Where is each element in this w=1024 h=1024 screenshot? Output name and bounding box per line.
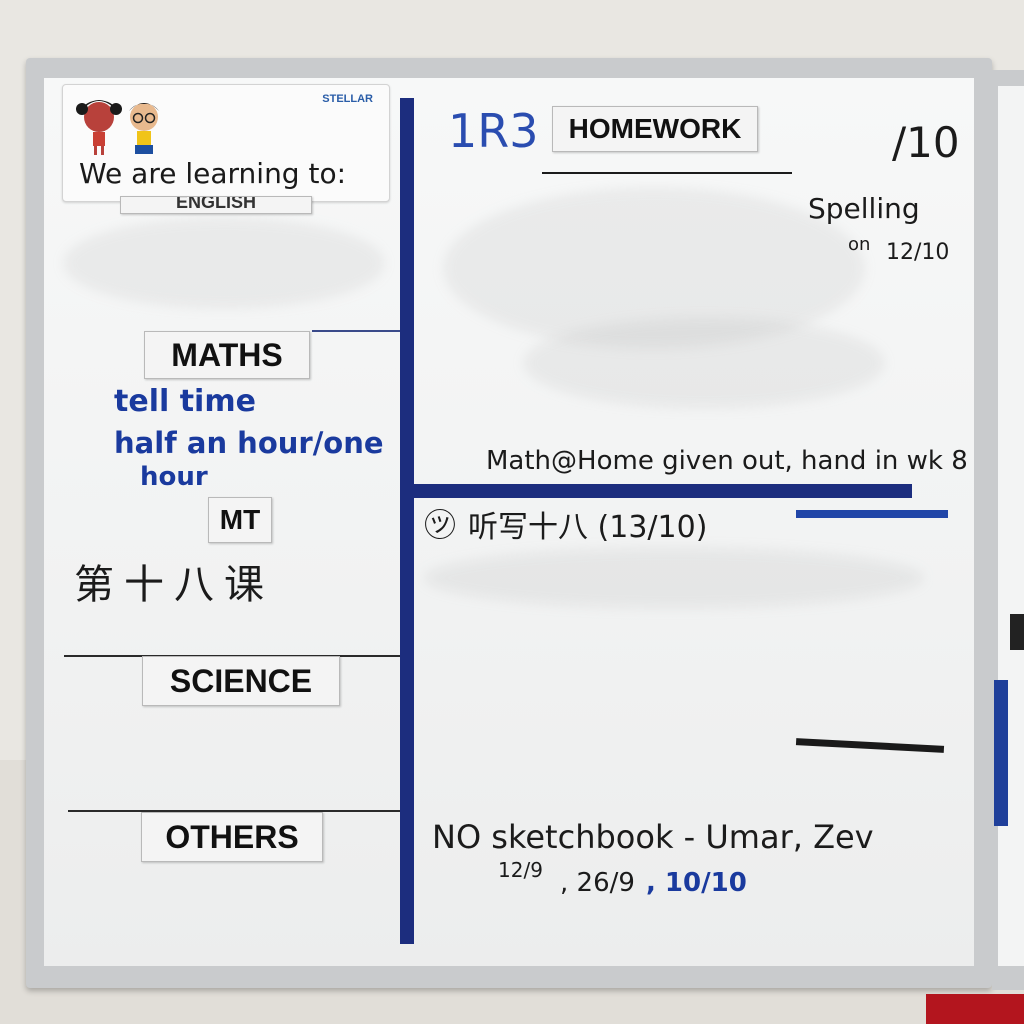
- sketchbook-date-3: , 10/10: [646, 868, 747, 898]
- maths-objective-line-3: hour: [140, 462, 208, 492]
- sketchbook-note: NO sketchbook - Umar, Zev: [432, 818, 874, 856]
- spelling-date: 12/10: [886, 240, 950, 265]
- mt-label: MT: [208, 497, 272, 543]
- adjacent-board-blue-tape: [994, 680, 1008, 826]
- vertical-tape-divider: [400, 98, 414, 944]
- horizontal-tape-divider: [414, 484, 912, 498]
- chinese-dictation-smiley-icon: ㋡: [424, 506, 457, 544]
- math-home-note: Math@Home given out, hand in wk 8: [486, 446, 968, 476]
- sketchbook-date-2: , 26/9: [560, 868, 635, 898]
- sketchbook-date-1: 12/9: [498, 858, 543, 882]
- erase-smudge: [424, 548, 924, 608]
- maths-objective-line-1: tell time: [114, 384, 256, 419]
- learning-card: STELLAR We are learning to:: [62, 84, 390, 202]
- mt-objective: 第十八课: [74, 562, 274, 608]
- erase-smudge: [524, 318, 884, 408]
- chinese-dictation-note: 听写十八 (13/10): [468, 510, 708, 545]
- red-object: [926, 994, 1024, 1024]
- spelling-text: Spelling: [808, 192, 920, 225]
- adjacent-board-surface: [998, 86, 1024, 966]
- class-name: 1R3: [448, 104, 539, 158]
- others-label: OTHERS: [141, 812, 323, 862]
- spelling-on-text: on: [848, 234, 871, 255]
- date-underline: [542, 172, 792, 174]
- science-label: SCIENCE: [142, 656, 340, 706]
- maths-label: MATHS: [144, 331, 310, 379]
- english-label: ENGLISH: [120, 196, 312, 214]
- blue-tape-strip: [796, 510, 948, 518]
- learning-card-title: We are learning to:: [79, 157, 347, 190]
- adjacent-board-clip: [1010, 614, 1024, 650]
- erase-smudge: [64, 218, 384, 308]
- maths-divider: [312, 330, 406, 332]
- maths-objective-line-2: half an hour/one: [114, 426, 384, 460]
- homework-date: /10: [892, 118, 960, 167]
- stellar-logo: STELLAR: [322, 93, 373, 105]
- kids-mascot-icon: [76, 100, 159, 155]
- homework-label: HOMEWORK: [552, 106, 758, 152]
